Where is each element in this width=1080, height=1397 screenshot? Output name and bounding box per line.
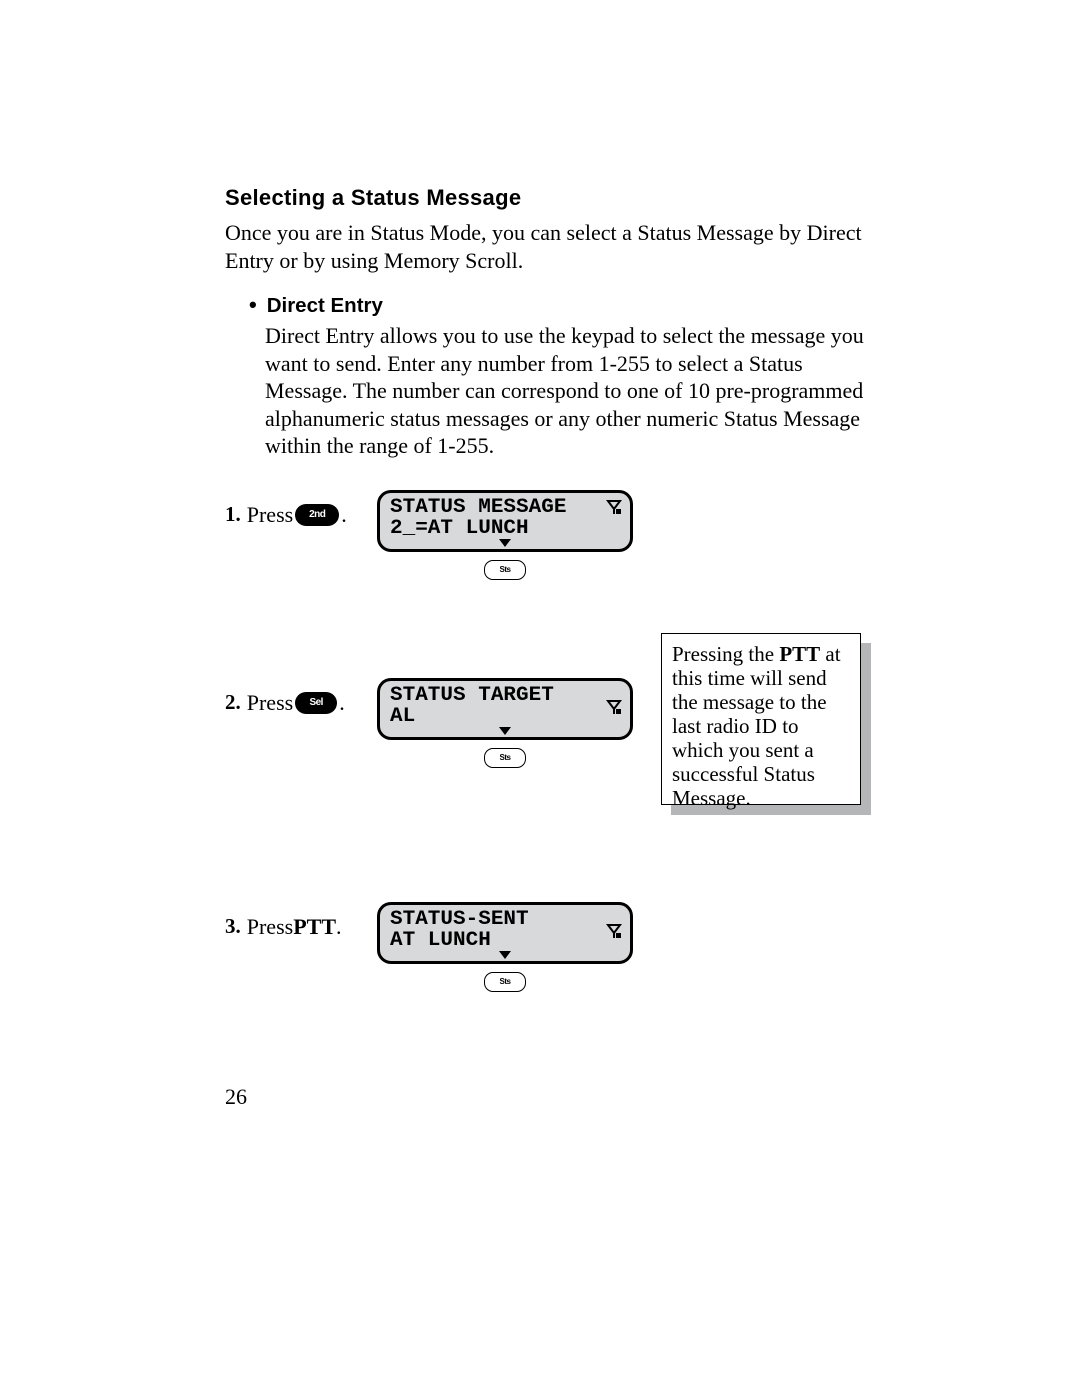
ptt-note-box: Pressing the PTT at this time will send … bbox=[661, 633, 861, 805]
lcd-2-line-2: AL bbox=[390, 706, 632, 727]
lcd-2-line-1: STATUS TARGET bbox=[390, 685, 632, 706]
step-1-instruction: 1. Press 2nd . bbox=[225, 490, 365, 528]
select-button-icon: Sel bbox=[295, 692, 337, 714]
step-3-prefix: Press bbox=[247, 914, 293, 940]
ptt-note-container: Pressing the PTT at this time will send … bbox=[661, 633, 861, 805]
lcd-screen-3: STATUS-SENT AT LUNCH bbox=[377, 902, 633, 964]
sts-button-icon: Sts bbox=[484, 748, 526, 768]
sts-button-below-3: Sts bbox=[482, 972, 528, 992]
lcd-3-line-2: AT LUNCH bbox=[390, 930, 632, 951]
step-2-display-group: STATUS TARGET AL Sts bbox=[365, 678, 645, 768]
step-3-instruction: 3. Press PTT. bbox=[225, 902, 365, 940]
bullet-label: Direct Entry bbox=[267, 294, 383, 318]
step-2-instruction: 2. Press Sel . bbox=[225, 678, 365, 716]
note-text-2: at this time will send the message to th… bbox=[672, 642, 841, 811]
step-1-display-group: STATUS MESSAGE 2_=AT LUNCH Sts bbox=[365, 490, 645, 580]
step-1-number: 1. bbox=[225, 502, 241, 527]
intro-paragraph: Once you are in Status Mode, you can sel… bbox=[225, 219, 870, 274]
lcd-1-line-2: 2_=AT LUNCH bbox=[390, 518, 632, 539]
steps-list: 1. Press 2nd . STATUS MESSAGE 2_=AT LUNC… bbox=[225, 490, 870, 992]
document-page: Selecting a Status Message Once you are … bbox=[0, 0, 1080, 1397]
bullet-body: Direct Entry allows you to use the keypa… bbox=[265, 322, 870, 460]
note-ptt-bold: PTT bbox=[779, 642, 820, 666]
step-2: 2. Press Sel . STATUS TARGET AL Sts bbox=[225, 678, 870, 768]
step-3-display-group: STATUS-SENT AT LUNCH Sts bbox=[365, 902, 645, 992]
down-arrow-icon bbox=[499, 727, 511, 735]
step-1-prefix: Press bbox=[247, 502, 293, 528]
step-2-suffix: . bbox=[339, 690, 345, 716]
lcd-1-line-1: STATUS MESSAGE bbox=[390, 497, 632, 518]
step-3-number: 3. bbox=[225, 914, 241, 939]
lcd-screen-2: STATUS TARGET AL bbox=[377, 678, 633, 740]
sts-button-icon: Sts bbox=[484, 972, 526, 992]
lcd-screen-1: STATUS MESSAGE 2_=AT LUNCH bbox=[377, 490, 633, 552]
antenna-icon bbox=[606, 923, 622, 939]
bullet-item: • Direct Entry bbox=[249, 292, 870, 318]
step-1-suffix: . bbox=[341, 502, 347, 528]
sts-button-below-1: Sts bbox=[482, 560, 528, 580]
section-heading: Selecting a Status Message bbox=[225, 185, 870, 211]
step-2-prefix: Press bbox=[247, 690, 293, 716]
lcd-3-line-1: STATUS-SENT bbox=[390, 909, 632, 930]
antenna-icon bbox=[606, 499, 622, 515]
down-arrow-icon bbox=[499, 539, 511, 547]
second-function-button-icon: 2nd bbox=[295, 504, 339, 526]
sts-button-below-2: Sts bbox=[482, 748, 528, 768]
step-1: 1. Press 2nd . STATUS MESSAGE 2_=AT LUNC… bbox=[225, 490, 870, 580]
bullet-marker: • bbox=[249, 292, 257, 318]
step-2-number: 2. bbox=[225, 690, 241, 715]
step-3: 3. Press PTT. STATUS-SENT AT LUNCH Sts bbox=[225, 902, 870, 992]
sts-button-icon: Sts bbox=[484, 560, 526, 580]
page-number: 26 bbox=[225, 1084, 247, 1110]
antenna-icon bbox=[606, 699, 622, 715]
step-3-suffix: . bbox=[336, 914, 342, 940]
down-arrow-icon bbox=[499, 951, 511, 959]
note-text-1: Pressing the bbox=[672, 642, 779, 666]
step-3-ptt: PTT bbox=[293, 914, 336, 940]
